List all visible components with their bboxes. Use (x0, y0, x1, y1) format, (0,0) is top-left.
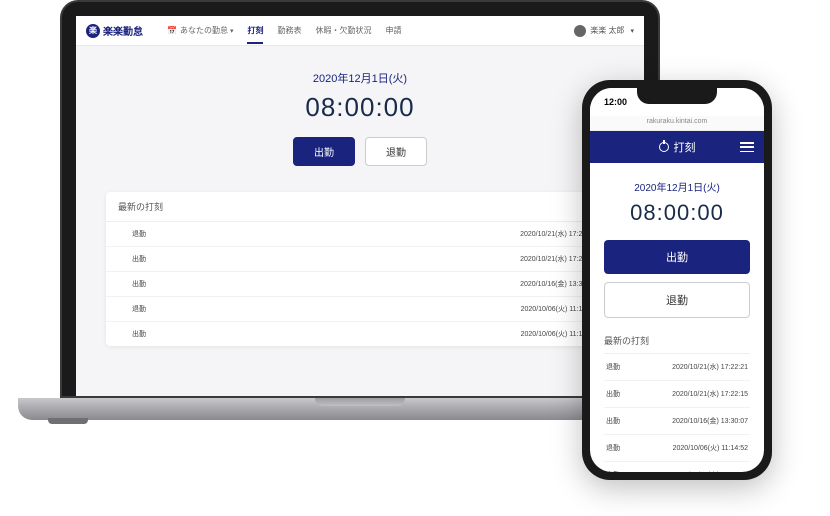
recent-punches-card: 最新の打刻 退勤2020/10/21(水) 17:22:21出勤2020/10/… (106, 192, 614, 346)
mobile-date: 2020年12月1日(火) (604, 179, 750, 194)
browser-url: rakuraku.kintai.com (590, 116, 764, 131)
punch-type: 退勤 (132, 229, 146, 239)
phone-notch (637, 88, 717, 104)
table-row: 退勤2020/10/06(火) 11:14:52 (106, 297, 614, 322)
status-clock: 12:00 (604, 97, 627, 107)
avatar-icon (574, 25, 586, 37)
nav-attendance[interactable]: 📅あなたの勤怠▾ (167, 17, 233, 44)
punch-timestamp: 2020/10/21(水) 17:22:21 (672, 362, 748, 372)
hamburger-menu[interactable] (740, 142, 754, 152)
chevron-down-icon: ▾ (630, 27, 634, 35)
desktop-header: 楽 楽楽勤怠 📅あなたの勤怠▾ 打刻 勤務表 休暇・欠勤状況 申請 楽楽 太郎 … (76, 16, 644, 46)
nav-schedule[interactable]: 勤務表 (277, 17, 301, 44)
nav-leave[interactable]: 休暇・欠勤状況 (315, 17, 371, 44)
punch-timestamp: 2020/10/16(金) 13:30:07 (672, 416, 748, 426)
list-item: 退勤 2020/10/21(水) 17:22:21 (604, 354, 750, 381)
mobile-main: 2020年12月1日(火) 08:00:00 出勤 退勤 最新の打刻 退勤 202… (590, 163, 764, 472)
nav-clock[interactable]: 打刻 (247, 17, 263, 44)
table-row: 退勤2020/10/21(水) 17:22:21 (106, 222, 614, 247)
mobile-clock-in-button[interactable]: 出勤 (604, 240, 750, 274)
user-menu[interactable]: 楽楽 太郎 ▾ (574, 25, 634, 37)
brand-logo[interactable]: 楽 楽楽勤怠 (86, 23, 143, 38)
hamburger-icon (740, 142, 754, 152)
list-item: 出勤 2020/10/16(金) 13:30:07 (604, 408, 750, 435)
punch-type: 退勤 (606, 443, 620, 453)
mobile-time: 08:00:00 (604, 200, 750, 226)
punch-type: 出勤 (132, 329, 146, 339)
recent-title: 最新の打刻 (106, 192, 614, 222)
list-item: 出勤 2020/10/06(火) 11:14:50 (604, 462, 750, 472)
list-item: 退勤 2020/10/06(火) 11:14:52 (604, 435, 750, 462)
chevron-down-icon: ▾ (230, 28, 234, 35)
mobile-title: 打刻 (674, 139, 696, 155)
punch-timestamp: 2020/10/21(水) 17:22:15 (672, 389, 748, 399)
mobile-recent-title: 最新の打刻 (604, 326, 750, 354)
current-date: 2020年12月1日(火) (106, 70, 614, 86)
mobile-header: 打刻 (590, 131, 764, 163)
calendar-icon: 📅 (167, 26, 177, 35)
punch-type: 出勤 (606, 470, 620, 472)
logo-icon: 楽 (86, 24, 100, 38)
punch-type: 退勤 (606, 362, 620, 372)
mobile-clock-out-button[interactable]: 退勤 (604, 282, 750, 318)
punch-timestamp: 2020/10/06(火) 11:14:50 (673, 470, 748, 472)
user-name: 楽楽 太郎 (590, 25, 624, 36)
punch-type: 出勤 (132, 279, 146, 289)
phone-mockup: 12:00 rakuraku.kintai.com 打刻 2020年12月1日(… (582, 80, 772, 480)
clock-out-button[interactable]: 退勤 (365, 137, 427, 166)
punch-timestamp: 2020/10/06(火) 11:14:52 (673, 443, 748, 453)
punch-type: 出勤 (606, 389, 620, 399)
table-row: 出勤2020/10/21(水) 17:22:15 (106, 247, 614, 272)
main-nav: 📅あなたの勤怠▾ 打刻 勤務表 休暇・欠勤状況 申請 (167, 17, 401, 44)
punch-type: 退勤 (132, 304, 146, 314)
punch-type: 出勤 (606, 416, 620, 426)
current-time: 08:00:00 (106, 92, 614, 123)
table-row: 出勤2020/10/16(金) 13:30:07 (106, 272, 614, 297)
stopwatch-icon (659, 142, 669, 152)
brand-text: 楽楽勤怠 (103, 23, 143, 38)
laptop-mockup: 楽 楽楽勤怠 📅あなたの勤怠▾ 打刻 勤務表 休暇・欠勤状況 申請 楽楽 太郎 … (60, 0, 660, 420)
desktop-main: 2020年12月1日(火) 08:00:00 出勤 退勤 最新の打刻 退勤202… (76, 46, 644, 370)
nav-request[interactable]: 申請 (385, 17, 401, 44)
list-item: 出勤 2020/10/21(水) 17:22:15 (604, 381, 750, 408)
table-row: 出勤2020/10/06(火) 11:14:50 (106, 322, 614, 346)
clock-in-button[interactable]: 出勤 (293, 137, 355, 166)
punch-type: 出勤 (132, 254, 146, 264)
